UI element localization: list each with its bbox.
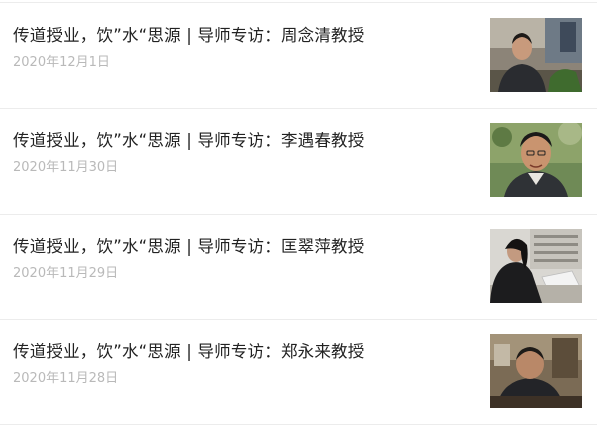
- article-thumbnail[interactable]: [490, 229, 582, 303]
- portrait-photo-icon: [490, 18, 582, 92]
- article-date: 2020年11月29日: [13, 266, 119, 281]
- portrait-photo-icon: [490, 334, 582, 408]
- article-date: 2020年11月28日: [13, 371, 119, 386]
- portrait-photo-icon: [490, 123, 582, 197]
- article-title[interactable]: 传道授业，饮”水“思源 | 导师专访：李遇春教授: [13, 127, 364, 151]
- article-date: 2020年12月1日: [13, 55, 110, 70]
- article-thumbnail[interactable]: [490, 123, 582, 197]
- portrait-photo-icon: [490, 229, 582, 303]
- list-item-article-4[interactable]: 传道授业，饮”水“思源 | 导师专访：郑永来教授 2020年11月28日: [0, 319, 597, 424]
- article-date: 2020年11月30日: [13, 160, 119, 175]
- article-title[interactable]: 传道授业，饮”水“思源 | 导师专访：匡翠萍教授: [13, 233, 364, 257]
- list-item-article-2[interactable]: 传道授业，饮”水“思源 | 导师专访：李遇春教授 2020年11月30日: [0, 108, 597, 213]
- list-item-article-1[interactable]: 传道授业，饮”水“思源 | 导师专访：周念清教授 2020年12月1日: [0, 3, 597, 108]
- article-thumbnail[interactable]: [490, 18, 582, 92]
- article-title[interactable]: 传道授业，饮”水“思源 | 导师专访：周念清教授: [13, 22, 364, 46]
- article-thumbnail[interactable]: [490, 334, 582, 408]
- article-list: 传道授业，饮”水“思源 | 导师专访：周念清教授 2020年12月1日 传道授业…: [0, 0, 597, 426]
- list-item-article-3[interactable]: 传道授业，饮”水“思源 | 导师专访：匡翠萍教授 2020年11月29日: [0, 214, 597, 319]
- divider: [0, 424, 597, 425]
- article-title[interactable]: 传道授业，饮”水“思源 | 导师专访：郑永来教授: [13, 338, 364, 362]
